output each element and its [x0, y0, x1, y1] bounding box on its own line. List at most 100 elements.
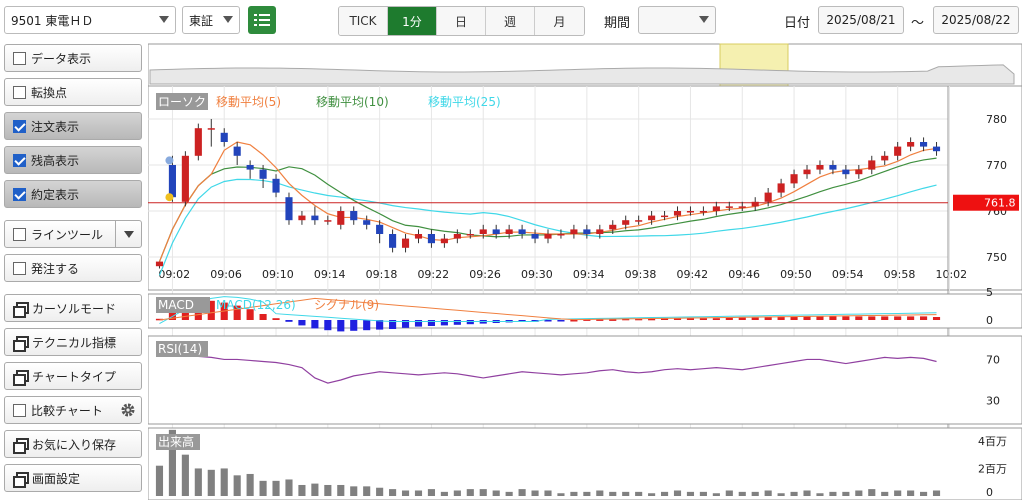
market-select[interactable]: 東証	[182, 6, 240, 34]
volume-bar	[907, 490, 915, 496]
macd-bar	[894, 316, 902, 320]
macd-bar	[272, 318, 280, 320]
window-icon	[13, 335, 29, 352]
symbol-select[interactable]: 9501 東電ＨＤ	[4, 6, 176, 34]
macd-bar	[311, 320, 319, 329]
candle-body	[829, 165, 837, 170]
volume-bar	[207, 469, 215, 496]
chevron-down-icon	[699, 16, 709, 23]
sidebar-item-label: 発注する	[31, 261, 80, 276]
volume-bar	[894, 490, 902, 496]
volume-tick-label: 4百万	[978, 435, 1007, 448]
candle-body	[298, 215, 306, 221]
volume-bar	[285, 479, 293, 496]
checkbox-icon	[13, 51, 26, 65]
list-icon	[254, 14, 270, 26]
time-tick-label: 09:34	[573, 268, 605, 281]
volume-bar	[311, 483, 319, 496]
macd-bar	[920, 316, 928, 320]
rsi-panel	[148, 335, 1022, 425]
sidebar-item-7[interactable]: カーソルモード	[4, 294, 142, 322]
macd-bar	[285, 320, 293, 322]
candle-body	[816, 165, 824, 170]
date-to-field[interactable]: 2025/08/22	[933, 6, 1019, 34]
volume-bar	[518, 489, 526, 496]
checkbox-icon	[13, 153, 26, 167]
volume-bar	[648, 493, 656, 496]
macd-bar	[816, 316, 824, 320]
tab-interval-4[interactable]: 月	[535, 7, 584, 35]
volume-bar	[932, 490, 941, 496]
macd-bar	[738, 317, 746, 320]
period-select[interactable]	[638, 6, 716, 34]
candle-body	[427, 234, 436, 244]
volume-bar	[181, 454, 189, 496]
chevron-down-icon[interactable]	[115, 221, 141, 247]
tab-interval-1[interactable]: 1分	[388, 7, 437, 35]
sidebar-item-9[interactable]: チャートタイプ	[4, 362, 142, 390]
candle-body	[181, 155, 189, 202]
tab-interval-2[interactable]: 日	[437, 7, 486, 35]
checkbox-icon	[13, 403, 26, 417]
candle-body	[492, 229, 500, 234]
candle-body	[259, 169, 267, 179]
candle-body	[894, 146, 902, 156]
candle-body	[544, 234, 552, 239]
sidebar-item-label: ラインツール	[31, 227, 104, 242]
gear-icon[interactable]	[115, 397, 141, 423]
list-menu-button[interactable]	[248, 6, 276, 34]
macd-bar	[466, 320, 474, 325]
time-tick-label: 10:02	[935, 268, 967, 281]
date-to-value: 2025/08/22	[941, 13, 1011, 27]
sidebar-item-2[interactable]: 注文表示	[4, 112, 142, 140]
volume-bar	[777, 493, 785, 496]
sidebar-item-10[interactable]: 比較チャート	[4, 396, 142, 424]
macd-bar	[881, 316, 889, 320]
price-tick-label: 780	[986, 113, 1007, 126]
time-tick-label: 09:18	[366, 268, 398, 281]
symbol-label: 9501 東電ＨＤ	[11, 13, 94, 28]
sidebar-item-11[interactable]: お気に入り保存	[4, 430, 142, 458]
date-from-field[interactable]: 2025/08/21	[818, 6, 904, 34]
sidebar-item-label: 注文表示	[31, 119, 80, 134]
candle-body	[453, 234, 461, 239]
sidebar-item-0[interactable]: データ表示	[4, 44, 142, 72]
legend-1: 移動平均(5)	[216, 95, 281, 109]
candle-body	[233, 146, 241, 156]
time-tick-label: 09:46	[728, 268, 760, 281]
volume-bar	[246, 473, 254, 496]
time-tick-label: 09:02	[158, 268, 190, 281]
candle-body	[635, 220, 643, 222]
sidebar-item-6[interactable]: 発注する	[4, 254, 142, 282]
volume-bar	[699, 491, 707, 496]
candle-body	[220, 132, 228, 142]
volume-bar	[414, 490, 423, 496]
volume-bar	[673, 490, 682, 496]
candle-body	[414, 234, 423, 239]
legend-3: 移動平均(25)	[428, 95, 501, 109]
volume-bar	[324, 484, 332, 496]
sidebar-item-12[interactable]: 画面設定	[4, 464, 142, 492]
candle-body	[479, 229, 487, 234]
execution-marker	[165, 193, 174, 202]
sidebar-item-4[interactable]: 約定表示	[4, 180, 142, 208]
candle-body	[311, 215, 319, 221]
tab-interval-0[interactable]: TICK	[339, 7, 388, 35]
chevron-down-icon	[159, 16, 169, 23]
time-tick-label: 09:14	[314, 268, 346, 281]
sidebar-item-5[interactable]: ラインツール	[4, 220, 142, 248]
time-tick-label: 09:26	[469, 268, 501, 281]
time-tick-label: 09:06	[210, 268, 242, 281]
time-tick-label: 09:50	[780, 268, 812, 281]
macd-bar	[842, 316, 850, 320]
macd-bar	[829, 316, 837, 320]
stock-chart[interactable]: 09:02 09:06 09:10 09:14 09:18 09:22 09:26 09:30…	[148, 40, 1022, 500]
sidebar-item-1[interactable]: 転換点	[4, 78, 142, 106]
sidebar-item-3[interactable]: 残高表示	[4, 146, 142, 174]
candle-body	[337, 211, 345, 225]
volume-bar	[272, 480, 280, 496]
sidebar-item-8[interactable]: テクニカル指標	[4, 328, 142, 356]
tab-interval-3[interactable]: 週	[486, 7, 535, 35]
macd-legend-1: MACD(12,26)	[216, 298, 296, 312]
volume-bar	[751, 491, 759, 496]
